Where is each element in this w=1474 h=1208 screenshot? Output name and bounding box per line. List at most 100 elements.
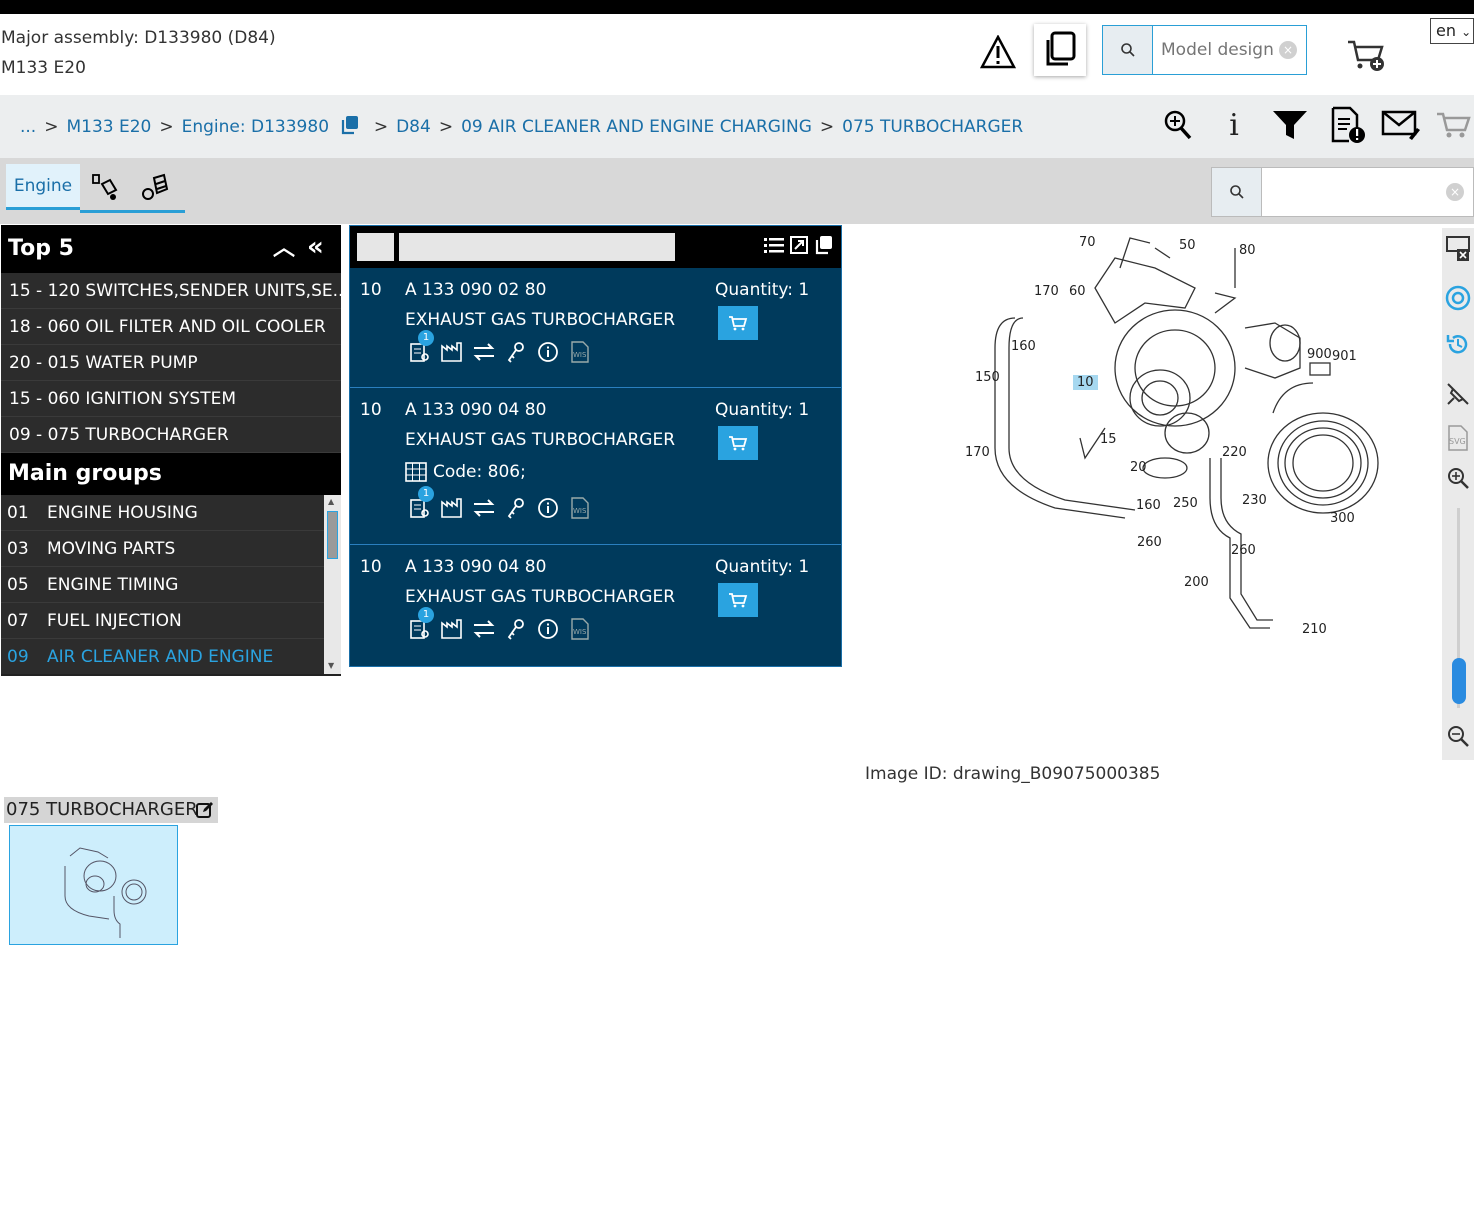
key-icon[interactable] <box>504 617 528 641</box>
breadcrumb-subgroup[interactable]: 075 TURBOCHARGER <box>842 117 1023 137</box>
callout-label[interactable]: 170 <box>1034 284 1059 299</box>
filter-box[interactable] <box>357 233 394 261</box>
mail-icon[interactable] <box>1380 105 1422 145</box>
part-number[interactable]: A 133 090 04 80 <box>405 400 546 420</box>
model-design-input[interactable] <box>1161 36 1281 64</box>
wis-icon[interactable]: WIS <box>568 617 592 641</box>
part-row[interactable]: 10 A 133 090 04 80 EXHAUST GAS TURBOCHAR… <box>350 545 841 666</box>
callout-label[interactable]: 250 <box>1173 496 1198 511</box>
copy-icon[interactable] <box>814 235 834 255</box>
scroll-down-icon[interactable]: ▼ <box>328 661 334 670</box>
callout-label[interactable]: 260 <box>1231 543 1256 558</box>
document-search-icon[interactable]: 1 <box>408 486 434 520</box>
callout-label[interactable]: 50 <box>1179 238 1196 253</box>
swap-icon[interactable] <box>472 340 496 364</box>
model-design-search[interactable]: × <box>1102 25 1307 75</box>
main-group-item-active[interactable]: 09 AIR CLEANER AND ENGINE <box>1 639 324 674</box>
cart-icon[interactable] <box>1434 105 1474 145</box>
info-icon[interactable]: i <box>1218 105 1250 145</box>
expand-icon[interactable] <box>790 236 808 254</box>
main-group-item[interactable]: 01 ENGINE HOUSING <box>1 495 324 531</box>
paint-bucket-icon[interactable] <box>88 170 122 204</box>
top5-item[interactable]: 09 - 075 TURBOCHARGER <box>1 417 341 453</box>
callout-label[interactable]: 160 <box>1011 339 1036 354</box>
info-circle-icon[interactable] <box>536 340 560 364</box>
callout-label[interactable]: 20 <box>1130 460 1147 475</box>
add-to-cart-button[interactable] <box>718 426 758 460</box>
swap-icon[interactable] <box>472 617 496 641</box>
target-icon[interactable] <box>1444 284 1472 312</box>
callout-label[interactable]: 60 <box>1069 284 1086 299</box>
scroll-up-icon[interactable]: ▲ <box>328 497 334 506</box>
callout-label-selected[interactable]: 10 <box>1073 375 1098 390</box>
main-group-item[interactable]: 05 ENGINE TIMING <box>1 567 324 603</box>
top5-item[interactable]: 20 - 015 WATER PUMP <box>1 345 341 381</box>
part-row[interactable]: 10 A 133 090 02 80 EXHAUST GAS TURBOCHAR… <box>350 268 841 388</box>
wis-icon[interactable]: WIS <box>568 340 592 364</box>
search-icon[interactable] <box>1103 26 1153 74</box>
callout-label[interactable]: 900 <box>1307 347 1332 362</box>
factory-icon[interactable] <box>440 617 464 641</box>
language-select[interactable]: en ⌄ <box>1430 18 1474 44</box>
unpin-icon[interactable] <box>1444 380 1472 408</box>
exploded-drawing[interactable]: 70 50 80 170 60 160 150 10 900 901 15 17… <box>955 228 1395 668</box>
search-icon[interactable] <box>1212 168 1262 216</box>
scrollbar[interactable]: ▲ ▼ <box>324 495 341 674</box>
collapse-up-icon[interactable]: ︿ <box>273 225 295 273</box>
factory-icon[interactable] <box>440 496 464 520</box>
callout-label[interactable]: 220 <box>1222 445 1247 460</box>
zoom-slider-handle[interactable] <box>1452 658 1466 704</box>
callout-label[interactable]: 15 <box>1100 432 1117 447</box>
document-search-icon[interactable]: 1 <box>408 607 434 641</box>
add-to-cart-button[interactable] <box>718 306 758 340</box>
info-circle-icon[interactable] <box>536 617 560 641</box>
info-circle-icon[interactable] <box>536 496 560 520</box>
top5-item[interactable]: 15 - 120 SWITCHES,SENDER UNITS,SE... <box>1 273 341 309</box>
callout-label[interactable]: 170 <box>965 445 990 460</box>
callout-label[interactable]: 150 <box>975 370 1000 385</box>
key-icon[interactable] <box>504 496 528 520</box>
filter-text-box[interactable] <box>399 233 675 261</box>
clear-icon[interactable]: × <box>1279 41 1297 59</box>
callout-label[interactable]: 260 <box>1137 535 1162 550</box>
history-icon[interactable] <box>1444 330 1472 358</box>
top5-item[interactable]: 15 - 060 IGNITION SYSTEM <box>1 381 341 417</box>
edit-icon[interactable] <box>196 801 214 819</box>
breadcrumb-engine[interactable]: Engine: D133980 <box>182 117 329 137</box>
breadcrumb-model[interactable]: M133 E20 <box>66 117 151 137</box>
breadcrumb-ellipsis[interactable]: ... <box>20 117 36 137</box>
add-to-cart-button[interactable] <box>718 583 758 617</box>
document-alert-icon[interactable] <box>1328 105 1368 145</box>
copy-icon[interactable] <box>340 115 360 135</box>
breadcrumb-variant[interactable]: D84 <box>396 117 431 137</box>
list-icon[interactable] <box>764 237 784 255</box>
breadcrumb-group[interactable]: 09 AIR CLEANER AND ENGINE CHARGING <box>461 117 812 137</box>
callout-label[interactable]: 901 <box>1332 349 1357 364</box>
filter-icon[interactable] <box>1270 105 1310 145</box>
zoom-out-icon[interactable] <box>1444 722 1472 750</box>
top5-item[interactable]: 18 - 060 OIL FILTER AND OIL COOLER <box>1 309 341 345</box>
factory-icon[interactable] <box>440 340 464 364</box>
part-number[interactable]: A 133 090 04 80 <box>405 557 546 577</box>
zoom-in-icon[interactable] <box>1160 105 1196 145</box>
swap-icon[interactable] <box>472 496 496 520</box>
close-view-icon[interactable] <box>1444 234 1472 262</box>
drawing-thumbnail[interactable] <box>9 825 178 945</box>
scrollbar-thumb[interactable] <box>327 511 338 559</box>
engine-parts-icon[interactable] <box>138 170 172 204</box>
tab-engine[interactable]: Engine <box>6 164 80 210</box>
part-number[interactable]: A 133 090 02 80 <box>405 280 546 300</box>
callout-label[interactable]: 210 <box>1302 622 1327 637</box>
clear-icon[interactable]: × <box>1446 183 1464 201</box>
wis-icon[interactable]: WIS <box>568 496 592 520</box>
callout-label[interactable]: 80 <box>1239 243 1256 258</box>
callout-label[interactable]: 200 <box>1184 575 1209 590</box>
callout-label[interactable]: 160 <box>1136 498 1161 513</box>
collapse-left-icon[interactable]: « <box>307 223 324 271</box>
key-icon[interactable] <box>504 340 528 364</box>
main-group-item[interactable]: 03 MOVING PARTS <box>1 531 324 567</box>
document-search-icon[interactable]: 1 <box>408 330 434 364</box>
part-row[interactable]: 10 A 133 090 04 80 EXHAUST GAS TURBOCHAR… <box>350 388 841 545</box>
callout-label[interactable]: 300 <box>1330 511 1355 526</box>
parts-search-input[interactable] <box>1270 178 1430 206</box>
